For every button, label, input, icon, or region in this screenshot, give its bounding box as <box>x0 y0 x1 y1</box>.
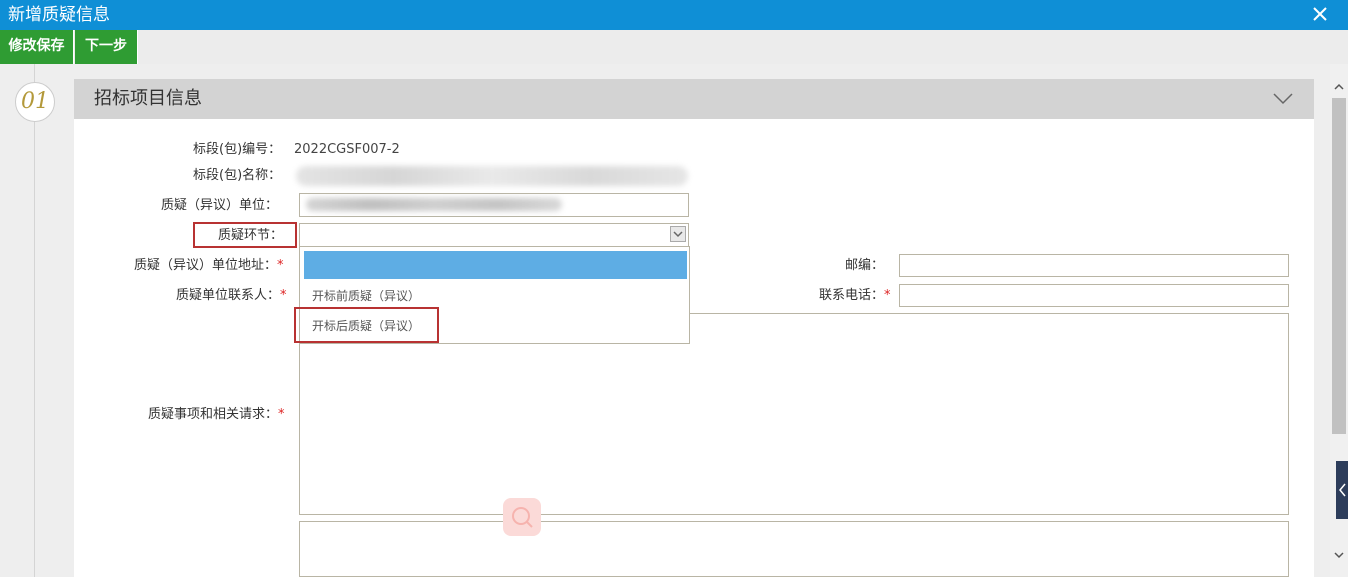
chevron-left-icon[interactable] <box>1336 461 1348 519</box>
step-number: 01 <box>15 82 55 122</box>
scroll-up-icon[interactable] <box>1332 80 1346 94</box>
dropdown-option-before-opening[interactable]: 开标前质疑（异议） <box>304 282 687 310</box>
contact-label-text: 质疑单位联系人： <box>176 288 281 303</box>
bid-name-label: 标段(包)名称： <box>193 168 282 183</box>
bid-name-value-redacted <box>296 166 688 186</box>
extra-textarea[interactable] <box>299 521 1289 577</box>
save-button[interactable]: 修改保存 <box>0 30 74 64</box>
dropdown-option-empty[interactable] <box>304 251 687 279</box>
phone-label-text: 联系电话： <box>819 288 885 303</box>
scroll-down-icon[interactable] <box>1332 548 1346 562</box>
bid-code-label: 标段(包)编号： <box>193 142 282 157</box>
address-label: 质疑（异议）单位地址：* <box>134 258 284 274</box>
contact-label: 质疑单位联系人：* <box>176 288 287 304</box>
option-highlight <box>294 307 439 343</box>
watermark-logo <box>503 498 541 536</box>
next-step-button[interactable]: 下一步 <box>75 30 138 64</box>
side-panel-toggle[interactable] <box>1336 461 1348 519</box>
window-title: 新增质疑信息 <box>8 5 110 25</box>
window-titlebar: 新增质疑信息 <box>0 0 1348 30</box>
phone-input[interactable] <box>899 284 1289 307</box>
matter-label: 质疑事项和相关请求：* <box>148 407 285 423</box>
bid-code-value: 2022CGSF007-2 <box>294 142 400 157</box>
required-mark: * <box>277 258 284 273</box>
panel-title: 招标项目信息 <box>94 88 202 109</box>
postcode-input[interactable] <box>899 254 1289 277</box>
address-label-text: 质疑（异议）单位地址： <box>134 258 278 273</box>
unit-value-redacted <box>306 198 562 211</box>
step-timeline <box>34 64 35 577</box>
scrollbar-thumb[interactable] <box>1332 98 1346 434</box>
chevron-down-icon[interactable] <box>1272 91 1294 107</box>
chevron-down-icon[interactable] <box>670 226 686 242</box>
postcode-label: 邮编： <box>845 258 885 273</box>
required-mark: * <box>884 288 891 303</box>
stage-select[interactable] <box>299 223 689 247</box>
toolbar: 修改保存 下一步 <box>0 30 1348 64</box>
close-icon[interactable] <box>1310 4 1330 24</box>
required-mark: * <box>278 407 285 422</box>
phone-label: 联系电话：* <box>819 288 891 304</box>
stage-label-highlight <box>193 222 297 248</box>
matter-label-text: 质疑事项和相关请求： <box>148 407 279 422</box>
search-icon <box>512 507 533 528</box>
required-mark: * <box>280 288 287 303</box>
unit-label: 质疑（异议）单位： <box>161 198 279 213</box>
panel-header[interactable]: 招标项目信息 <box>74 79 1314 119</box>
